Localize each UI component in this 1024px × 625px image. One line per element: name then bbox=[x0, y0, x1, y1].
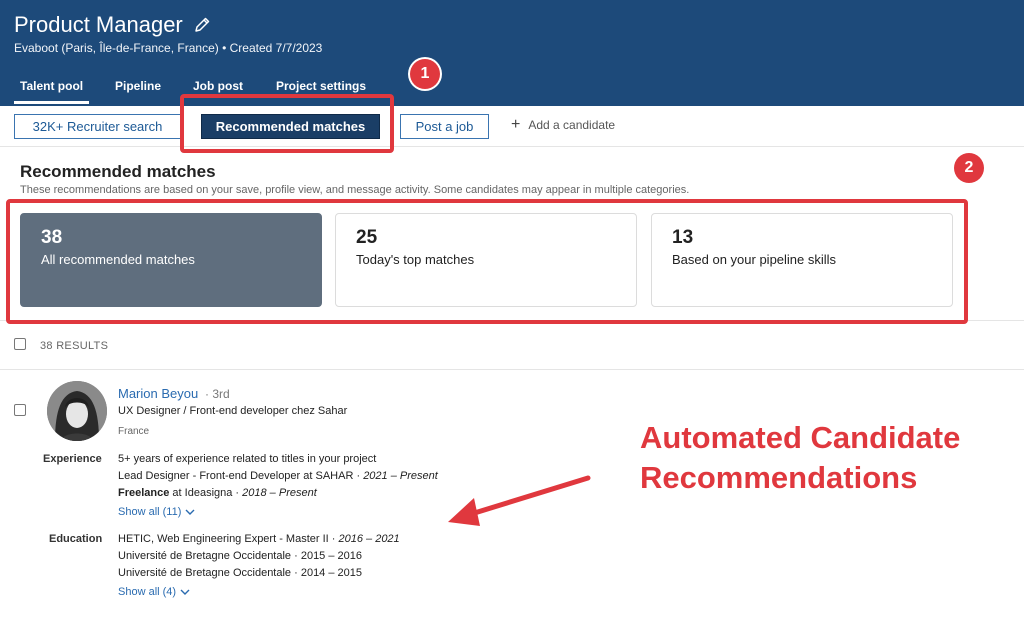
candidate-location: France bbox=[118, 426, 150, 437]
annotation-text-line1: Automated Candidate bbox=[640, 420, 961, 455]
separator: · bbox=[232, 487, 243, 499]
annotation-box-2 bbox=[6, 199, 968, 324]
tab-pipeline[interactable]: Pipeline bbox=[115, 79, 161, 93]
project-title-text: Product Manager bbox=[14, 12, 183, 37]
project-subtitle: Evaboot (Paris, Île-de-France, France) •… bbox=[14, 41, 323, 55]
results-count: 38 RESULTS bbox=[40, 340, 109, 352]
annotation-text: Automated Candidate Recommendations bbox=[640, 418, 1000, 498]
show-all-label: Show all (11) bbox=[118, 506, 182, 518]
tab-job-post[interactable]: Job post bbox=[193, 79, 243, 93]
avatar[interactable] bbox=[47, 381, 107, 441]
education-dates: 2015 – 2016 bbox=[300, 550, 362, 562]
education-item: Université de Bretagne Occidentale · 201… bbox=[118, 567, 362, 579]
action-bar: 32K+ Recruiter search Recommended matche… bbox=[0, 106, 1024, 147]
section-title: Recommended matches bbox=[20, 162, 216, 181]
annotation-badge-1: 1 bbox=[410, 59, 440, 89]
candidate-name[interactable]: Marion Beyou bbox=[118, 386, 198, 401]
candidate-checkbox[interactable] bbox=[14, 404, 26, 416]
experience-show-all-link[interactable]: Show all (11) bbox=[118, 506, 195, 518]
section-description: These recommendations are based on your … bbox=[20, 184, 690, 196]
results-bar bbox=[0, 320, 1024, 370]
show-all-label: Show all (4) bbox=[118, 586, 177, 598]
candidate-headline: UX Designer / Front-end developer chez S… bbox=[118, 405, 348, 417]
experience-dates: 2018 – Present bbox=[242, 487, 317, 499]
tab-project-settings[interactable]: Project settings bbox=[276, 79, 366, 93]
annotation-arrow-icon bbox=[448, 475, 591, 526]
add-candidate-button[interactable]: + Add a candidate bbox=[511, 116, 616, 133]
separator: · bbox=[353, 470, 364, 482]
connection-degree: · 3rd bbox=[205, 387, 230, 401]
annotation-box-1 bbox=[180, 94, 394, 153]
experience-item: Lead Designer - Front-end Developer at S… bbox=[118, 470, 438, 482]
education-school: Université de Bretagne Occidentale bbox=[118, 550, 292, 562]
post-job-button[interactable]: Post a job bbox=[400, 114, 489, 139]
education-dates: 2014 – 2015 bbox=[300, 567, 362, 579]
experience-item: Freelance at Ideasigna · 2018 – Present bbox=[118, 487, 317, 499]
experience-summary: 5+ years of experience related to titles… bbox=[118, 453, 377, 465]
experience-title: Freelance bbox=[118, 487, 170, 499]
education-dates: 2016 – 2021 bbox=[338, 533, 400, 545]
recruiter-search-button[interactable]: 32K+ Recruiter search bbox=[14, 114, 181, 139]
education-item: HETIC, Web Engineering Expert - Master I… bbox=[118, 533, 400, 545]
chevron-down-icon bbox=[180, 589, 190, 595]
chevron-down-icon bbox=[185, 509, 195, 515]
education-item: Université de Bretagne Occidentale · 201… bbox=[118, 550, 362, 562]
plus-icon: + bbox=[511, 116, 521, 133]
separator: · bbox=[328, 533, 339, 545]
education-show-all-link[interactable]: Show all (4) bbox=[118, 586, 190, 598]
separator: · bbox=[291, 567, 301, 579]
tab-talent-pool[interactable]: Talent pool bbox=[13, 79, 90, 104]
education-school: Université de Bretagne Occidentale bbox=[118, 567, 292, 579]
annotation-text-line2: Recommendations bbox=[640, 460, 918, 495]
select-all-checkbox[interactable] bbox=[14, 338, 26, 350]
education-school: HETIC, Web Engineering Expert - Master I… bbox=[118, 533, 329, 545]
project-header: Product Manager Evaboot (Paris, Île-de-F… bbox=[0, 0, 1024, 106]
project-title: Product Manager bbox=[14, 12, 211, 38]
add-candidate-label: Add a candidate bbox=[528, 118, 616, 132]
experience-company: at Ideasigna bbox=[169, 487, 233, 499]
pencil-icon[interactable] bbox=[193, 16, 211, 34]
experience-label: Experience bbox=[43, 453, 102, 465]
experience-dates: 2021 – Present bbox=[363, 470, 438, 482]
education-label: Education bbox=[49, 533, 103, 545]
experience-title: Lead Designer - Front-end Developer at S… bbox=[118, 470, 354, 482]
separator: · bbox=[291, 550, 301, 562]
annotation-badge-2: 2 bbox=[954, 153, 984, 183]
